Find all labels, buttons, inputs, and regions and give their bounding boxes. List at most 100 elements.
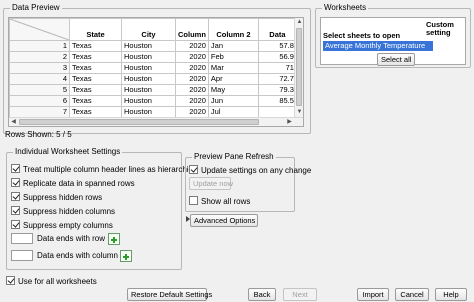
table-row: 7 Texas Houston 2020 Jul xyxy=(9,106,297,118)
table-cell: Feb xyxy=(207,51,259,63)
add-column-plus-icon[interactable] xyxy=(120,250,132,262)
cancel-button[interactable]: Cancel xyxy=(395,288,429,301)
show-all-rows-option[interactable]: Show all rows xyxy=(189,196,250,206)
table-cell: 85.5 xyxy=(257,95,297,107)
table-row: 3 Texas Houston 2020 Mar 71 xyxy=(9,62,297,74)
table-cell: Houston xyxy=(121,51,176,63)
hscroll-thumb[interactable] xyxy=(19,119,259,125)
data-preview-title: Data Preview xyxy=(10,3,62,13)
table-cell: 2020 xyxy=(175,84,209,96)
preview-table: State City Column Column 2 Data 1 Texas Housto… xyxy=(9,18,297,118)
table-cell: 71 xyxy=(257,62,297,74)
option-suppress-empty-columns[interactable]: Suppress empty columns xyxy=(11,220,113,230)
data-preview-grid[interactable]: State City Column Column 2 Data 1 Texas Housto… xyxy=(8,17,304,127)
table-cell: 2020 xyxy=(175,62,209,74)
checkbox-icon[interactable] xyxy=(11,178,20,187)
back-button[interactable]: Back xyxy=(248,288,276,301)
column-header[interactable]: City xyxy=(121,18,176,41)
worksheets-list[interactable]: Select sheets to open Custom setting Ave… xyxy=(320,17,466,66)
checkbox-icon[interactable] xyxy=(189,165,198,174)
rows-shown-label: Rows Shown: 5 / 5 xyxy=(5,130,72,139)
worksheets-title: Worksheets xyxy=(322,3,369,13)
preview-vertical-scrollbar[interactable]: ▲ ▼ xyxy=(294,18,303,126)
column-header[interactable]: State xyxy=(69,18,122,41)
table-row: 2 Texas Houston 2020 Feb 56.9 xyxy=(9,51,297,63)
table-cell: Texas xyxy=(69,40,122,52)
table-cell: 2020 xyxy=(175,95,209,107)
option-label: Replicate data in spanned rows xyxy=(23,179,135,188)
column-header[interactable]: Data xyxy=(257,18,297,41)
option-suppress-hidden-rows[interactable]: Suppress hidden rows xyxy=(11,192,102,202)
option-label: Suppress hidden rows xyxy=(23,193,103,202)
checkbox-icon[interactable] xyxy=(11,192,20,201)
scroll-down-icon[interactable]: ▼ xyxy=(295,108,303,117)
row-number: 3 xyxy=(9,62,70,74)
option-label: Treat multiple column header lines as hi… xyxy=(23,165,198,174)
individual-settings-group: Individual Worksheet Settings Treat mult… xyxy=(6,147,197,270)
table-row: 6 Texas Houston 2020 Jun 85.5 xyxy=(9,95,297,107)
table-cell: 79.3 xyxy=(257,84,297,96)
preview-refresh-group: Preview Pane Refresh Update settings on … xyxy=(185,152,311,212)
data-preview-group: Data Preview State City Column Column 2 Data… xyxy=(3,3,311,134)
table-cell: 72.7 xyxy=(257,73,297,85)
import-button[interactable]: Import xyxy=(357,288,389,301)
update-on-change-option[interactable]: Update settings on any change xyxy=(189,165,311,175)
preview-refresh-title: Preview Pane Refresh xyxy=(192,152,276,162)
row-number: 6 xyxy=(9,95,70,107)
table-cell: Texas xyxy=(69,62,122,74)
table-cell: Texas xyxy=(69,106,122,118)
table-cell: Houston xyxy=(121,40,176,52)
table-cell: 56.9 xyxy=(257,51,297,63)
option-label: Show all rows xyxy=(201,197,251,206)
table-row: 1 Texas Houston 2020 Jan 57.8 xyxy=(9,40,297,52)
checkbox-icon[interactable] xyxy=(189,196,198,205)
table-row: 4 Texas Houston 2020 Apr 72.7 xyxy=(9,73,297,85)
individual-settings-title: Individual Worksheet Settings xyxy=(13,147,123,157)
row-number: 7 xyxy=(9,106,70,118)
table-cell: Houston xyxy=(121,84,176,96)
scroll-left-icon[interactable]: ◀ xyxy=(9,118,18,126)
option-label: Suppress empty columns xyxy=(23,221,113,230)
data-ends-row-field[interactable] xyxy=(11,233,33,244)
table-cell: 2020 xyxy=(175,73,209,85)
table-cell xyxy=(257,106,297,118)
table-cell: Texas xyxy=(69,51,122,63)
checkbox-icon[interactable] xyxy=(6,276,15,285)
option-replicate-data[interactable]: Replicate data in spanned rows xyxy=(11,178,135,188)
restore-defaults-button[interactable]: Restore Default Settings xyxy=(127,288,212,301)
table-cell: Texas xyxy=(69,84,122,96)
worksheet-item[interactable]: Average Monthly Temperature xyxy=(323,41,433,51)
use-for-all-option[interactable]: Use for all worksheets xyxy=(6,276,97,286)
table-cell: 2020 xyxy=(175,106,209,118)
checkbox-icon[interactable] xyxy=(11,206,20,215)
table-cell: Texas xyxy=(69,95,122,107)
advanced-options-button[interactable]: Advanced Options xyxy=(190,214,258,227)
table-cell: Jul xyxy=(207,106,259,118)
scroll-up-icon[interactable]: ▲ xyxy=(295,18,303,27)
table-cell: 2020 xyxy=(175,51,209,63)
checkbox-icon[interactable] xyxy=(11,164,20,173)
help-button[interactable]: Help xyxy=(435,288,467,301)
select-all-button[interactable]: Select all xyxy=(377,53,415,66)
column-header[interactable]: Column 2 xyxy=(207,18,259,41)
table-cell: Houston xyxy=(121,73,176,85)
data-ends-column-label: Data ends with column xyxy=(37,251,118,260)
column-header[interactable]: Column xyxy=(175,18,209,41)
option-suppress-hidden-columns[interactable]: Suppress hidden columns xyxy=(11,206,115,216)
corner-diagonal-icon xyxy=(10,19,69,40)
preview-horizontal-scrollbar[interactable]: ◀ ▶ xyxy=(9,117,303,126)
scroll-right-icon[interactable]: ▶ xyxy=(285,118,294,126)
table-cell: Houston xyxy=(121,62,176,74)
row-number: 1 xyxy=(9,40,70,52)
table-row: 5 Texas Houston 2020 May 79.3 xyxy=(9,84,297,96)
next-button[interactable]: Next xyxy=(283,288,317,301)
table-cell: May xyxy=(207,84,259,96)
scroll-thumb[interactable] xyxy=(296,28,302,106)
data-ends-column-field[interactable] xyxy=(11,250,33,261)
table-cell: 2020 xyxy=(175,40,209,52)
checkbox-icon[interactable] xyxy=(11,220,20,229)
update-now-button[interactable]: Update now xyxy=(189,177,233,190)
add-row-plus-icon[interactable] xyxy=(108,233,120,245)
table-corner[interactable] xyxy=(9,18,70,41)
option-treat-hierarchies[interactable]: Treat multiple column header lines as hi… xyxy=(11,164,197,174)
